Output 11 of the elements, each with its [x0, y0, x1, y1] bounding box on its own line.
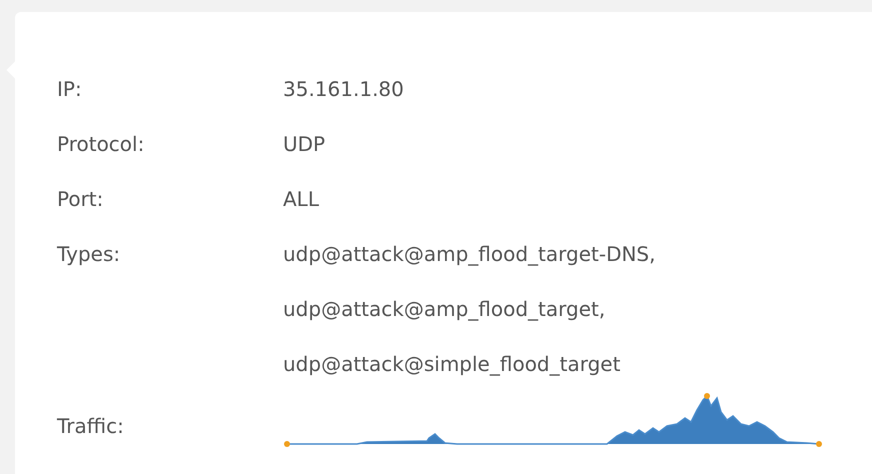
- field-label: Types:: [57, 241, 122, 268]
- field-value: ALL: [283, 186, 319, 213]
- field-label: IP:: [57, 76, 83, 103]
- field-value: UDP: [283, 131, 326, 158]
- field-value: udp@attack@amp_flood_target,: [283, 296, 606, 323]
- field-label: Protocol:: [57, 131, 146, 158]
- field-value: 35.161.1.80: [283, 76, 404, 103]
- field-label: Port:: [57, 186, 104, 213]
- field-value: udp@attack@simple_flood_target: [283, 351, 622, 378]
- field-value: udp@attack@amp_flood_target-DNS,: [283, 241, 656, 268]
- field-label: Traffic:: [57, 413, 125, 440]
